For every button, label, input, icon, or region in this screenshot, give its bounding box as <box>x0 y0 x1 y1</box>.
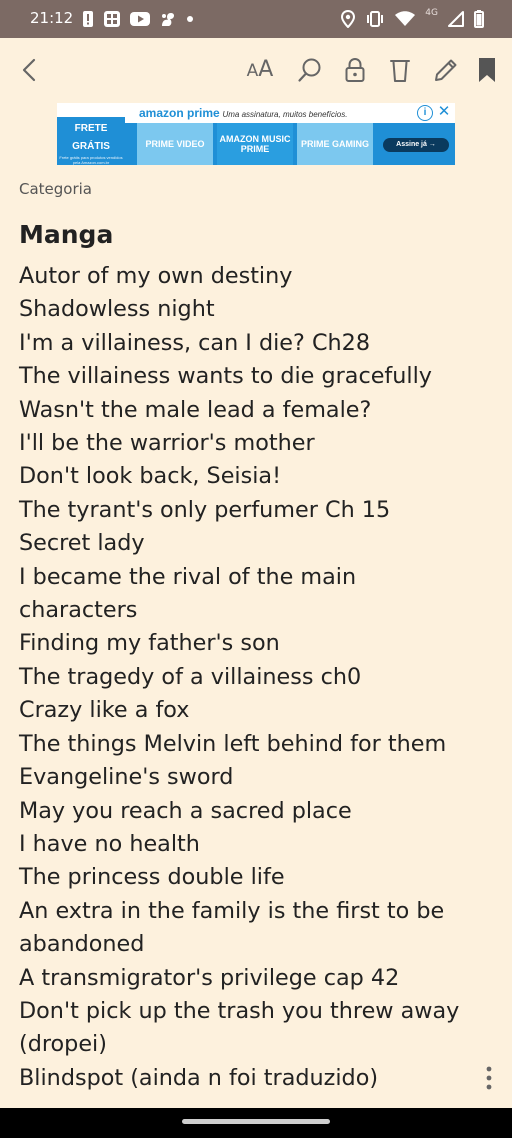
status-system-icons: 4G <box>341 8 484 29</box>
gallery-icon <box>104 11 120 27</box>
network-type-label: 4G <box>425 8 438 18</box>
note-line[interactable]: The things Melvin left behind for them <box>19 728 489 761</box>
ad-info-icon[interactable]: i <box>417 105 433 121</box>
note-line[interactable]: I'm a villainess, can I die? Ch28 <box>19 327 489 360</box>
ad-tagline: Uma assinatura, muitos benefícios. <box>222 110 348 119</box>
ad-brand: amazon prime <box>139 106 220 120</box>
note-line[interactable]: Don't pick up the trash you threw away <box>19 995 489 1028</box>
category-label[interactable]: Categoria <box>19 180 92 198</box>
ad-free-shipping: FRETE GRÁTIS Frete grátis para produtos … <box>57 117 125 165</box>
bookmark-button[interactable] <box>473 56 501 84</box>
ad-tile-amazon-music: AMAZON MUSIC PRIME <box>217 123 293 165</box>
bookmark-icon <box>479 58 495 82</box>
note-line[interactable]: Autor of my own destiny <box>19 260 489 293</box>
note-line[interactable]: Crazy like a fox <box>19 694 489 727</box>
edit-button[interactable] <box>432 56 460 84</box>
trash-icon <box>390 60 410 82</box>
note-line[interactable]: abandoned <box>19 928 489 961</box>
ad-banner[interactable]: amazon prime Uma assinatura, muitos bene… <box>57 103 455 165</box>
note-line[interactable]: Shadowless night <box>19 293 489 326</box>
note-line[interactable]: Evangeline's sword <box>19 761 489 794</box>
ad-tile-prime-video: PRIME VIDEO <box>137 123 213 165</box>
note-line[interactable]: Blindspot (ainda n foi traduzido) <box>19 1062 489 1095</box>
dot-icon <box>187 16 193 22</box>
ad-close-icon[interactable]: ✕ <box>436 103 452 121</box>
signal-icon <box>448 11 464 27</box>
font-size-icon: AA <box>246 57 274 82</box>
note-line[interactable]: An extra in the family is the first to b… <box>19 895 489 928</box>
note-line[interactable]: (dropei) <box>19 1028 489 1061</box>
battery-icon <box>474 10 484 28</box>
note-line[interactable]: The princess double life <box>19 861 489 894</box>
back-button[interactable] <box>15 56 43 84</box>
alert-icon <box>83 11 93 27</box>
note-line[interactable]: I have no health <box>19 828 489 861</box>
wifi-icon <box>395 11 416 26</box>
note-line[interactable]: A transmigrator's privilege cap 42 <box>19 962 489 995</box>
location-icon <box>341 10 356 28</box>
status-bar: 21:12 4G <box>0 0 512 38</box>
note-line[interactable]: The tyrant's only perfumer Ch 15 <box>19 494 489 527</box>
status-time: 21:12 <box>30 9 74 27</box>
lock-button[interactable] <box>341 56 369 84</box>
home-gesture-handle[interactable] <box>182 1119 330 1124</box>
note-line[interactable]: I became the rival of the main <box>19 561 489 594</box>
note-line[interactable]: Don't look back, Seisia! <box>19 460 489 493</box>
ad-free-line2: GRÁTIS <box>72 141 110 152</box>
note-line[interactable]: The tragedy of a villainess ch0 <box>19 661 489 694</box>
note-line[interactable]: Finding my father's son <box>19 627 489 660</box>
lock-icon <box>345 57 365 82</box>
search-icon <box>298 58 321 82</box>
back-arrow-icon <box>22 58 36 82</box>
ad-free-fine-print: Frete grátis para produtos vendidos pela… <box>59 155 123 165</box>
search-button[interactable] <box>296 56 324 84</box>
ad-tile-prime-gaming: PRIME GAMING <box>297 123 373 165</box>
delete-button[interactable] <box>386 56 414 84</box>
note-line[interactable]: The villainess wants to die gracefully <box>19 360 489 393</box>
more-vertical-icon <box>486 1066 492 1090</box>
font-size-button[interactable]: AA <box>244 56 276 84</box>
youtube-icon <box>130 12 150 26</box>
note-line[interactable]: Secret lady <box>19 527 489 560</box>
squirrel-icon <box>162 13 175 26</box>
note-body[interactable]: Autor of my own destiny Shadowless night I… <box>19 260 489 1095</box>
more-options-button[interactable] <box>478 1064 500 1092</box>
edit-icon <box>435 59 457 81</box>
system-nav-bar <box>0 1108 512 1138</box>
note-line[interactable]: characters <box>19 594 489 627</box>
note-title[interactable]: Manga <box>19 220 113 249</box>
ad-subscribe-button[interactable]: Assine já → <box>383 138 449 152</box>
note-line[interactable]: Wasn't the male lead a female? <box>19 394 489 427</box>
note-toolbar: AA <box>0 38 512 102</box>
vibrate-icon <box>367 11 384 27</box>
ad-headline: amazon prime Uma assinatura, muitos bene… <box>139 106 347 120</box>
note-line[interactable]: May you reach a sacred place <box>19 795 489 828</box>
status-notification-icons <box>82 10 194 28</box>
ad-free-line1: FRETE <box>74 123 108 134</box>
note-line[interactable]: I'll be the warrior's mother <box>19 427 489 460</box>
